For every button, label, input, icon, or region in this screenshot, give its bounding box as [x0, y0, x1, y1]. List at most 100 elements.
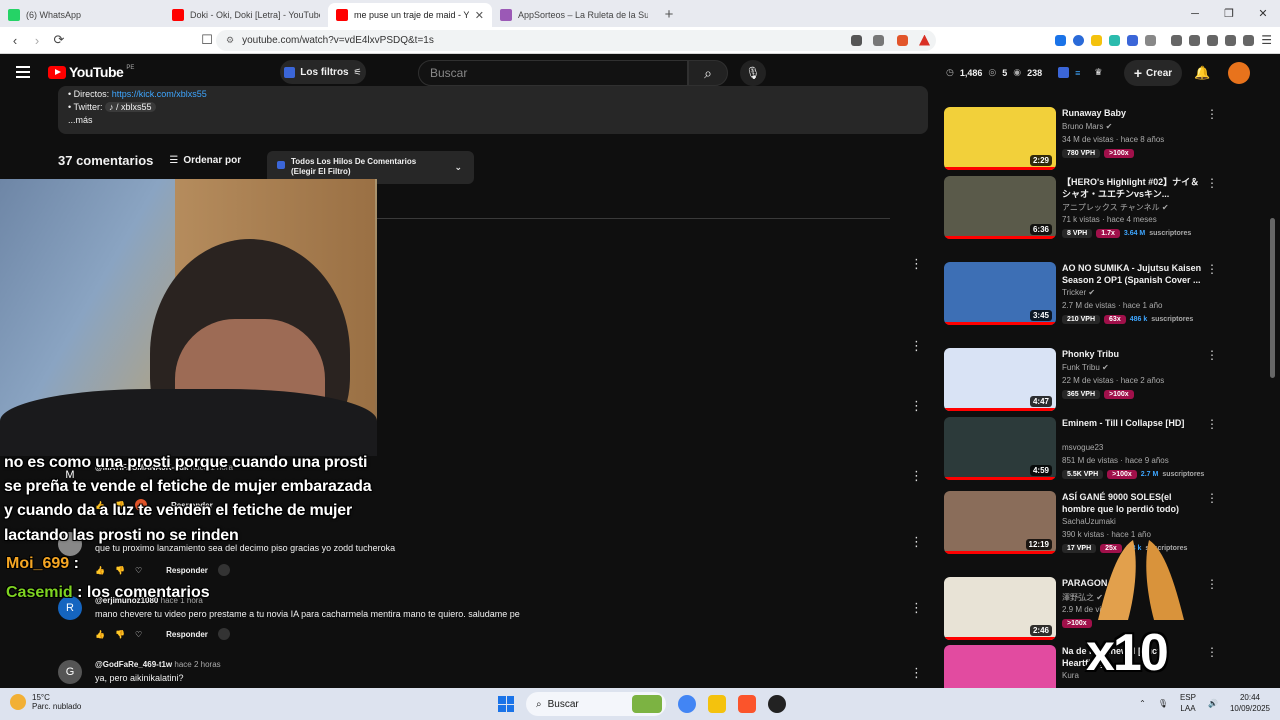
url-field[interactable]: ⚙ youtube.com/watch?v=vdE4lxvPSDQ&t=1s: [216, 30, 936, 51]
comment-menu-icon[interactable]: ⋮: [910, 468, 923, 484]
channel-name[interactable]: アニプレックス チャンネル ✔: [1062, 202, 1169, 213]
comment-menu-icon[interactable]: ⋮: [910, 256, 923, 272]
browser-tab[interactable]: Doki - Oki, Doki [Letra] - YouTube: [164, 3, 328, 27]
comment-avatar[interactable]: G: [58, 660, 82, 684]
clock[interactable]: 20:44 10/09/2025: [1230, 692, 1270, 714]
menu-icon[interactable]: ☰: [1261, 33, 1272, 47]
list-icon[interactable]: ≡: [1075, 68, 1080, 78]
new-tab-button[interactable]: +: [656, 3, 682, 27]
show-more-link[interactable]: ...más: [68, 114, 918, 127]
video-thumbnail[interactable]: 6:36: [944, 176, 1056, 239]
video-thumbnail[interactable]: 2:29: [944, 107, 1056, 170]
search-button[interactable]: ⌕: [688, 60, 728, 86]
music-icon[interactable]: [1171, 34, 1183, 46]
file-explorer-icon[interactable]: [708, 695, 726, 713]
video-title[interactable]: Eminem - Till I Collapse [HD]: [1062, 417, 1204, 429]
comment-menu-icon[interactable]: ⋮: [910, 398, 923, 414]
brave-shield-icon[interactable]: [897, 34, 908, 46]
more-replies-icon[interactable]: [217, 564, 230, 576]
sidebar-icon[interactable]: [1189, 34, 1201, 46]
tab-close-icon[interactable]: ✕: [475, 9, 484, 22]
taskbar-search[interactable]: ⌕ Buscar: [526, 692, 666, 716]
comment-time[interactable]: hace 2 horas: [174, 660, 220, 669]
extension-badge-icon[interactable]: [1058, 67, 1070, 78]
search-input[interactable]: Buscar: [418, 60, 688, 86]
language-indicator[interactable]: ESP LAA: [1180, 692, 1196, 714]
channel-name[interactable]: Funk Tribu ✔: [1062, 363, 1109, 372]
create-button[interactable]: + Crear: [1124, 60, 1182, 86]
video-menu-icon[interactable]: ⋮: [1206, 176, 1218, 190]
site-info-icon[interactable]: ⚙: [226, 35, 234, 46]
obs-icon[interactable]: [768, 695, 786, 713]
comment-author[interactable]: @GodFaRe_469-t1w: [95, 660, 172, 669]
video-menu-icon[interactable]: ⋮: [1206, 262, 1218, 276]
thumbs-down-icon[interactable]: 👎: [115, 630, 125, 639]
channel-name[interactable]: msvogue23: [1062, 443, 1103, 452]
video-menu-icon[interactable]: ⋮: [1206, 417, 1218, 431]
recommended-video[interactable]: 2:29 Runaway Baby Bruno Mars ✔ 34 M de vist…: [944, 107, 1224, 171]
puzzle-icon[interactable]: [1225, 34, 1237, 46]
comment-menu-icon[interactable]: ⋮: [910, 534, 923, 550]
share-icon[interactable]: [873, 34, 884, 46]
kick-link[interactable]: https://kick.com/xblxs55: [112, 89, 207, 99]
channel-name[interactable]: SachaUzumaki: [1062, 517, 1116, 526]
video-thumbnail[interactable]: 12:19: [944, 491, 1056, 554]
heart-icon[interactable]: ♡: [135, 630, 142, 639]
sidebar-scrollbar[interactable]: [1270, 218, 1275, 378]
filters-button[interactable]: Los filtros ⚟: [280, 60, 366, 84]
video-title[interactable]: 【HERO's Highlight #02】ナイ＆シャオ・ユエチンvsキン...: [1062, 176, 1204, 200]
reply-button[interactable]: Responder: [166, 630, 208, 639]
wallet-icon[interactable]: [1207, 34, 1219, 46]
twitter-handle-badge[interactable]: ♪ / xblxs55: [105, 102, 156, 112]
browser-tab[interactable]: (6) WhatsApp: [0, 3, 164, 27]
maximize-icon[interactable]: ❐: [1212, 7, 1246, 20]
video-thumbnail[interactable]: 4:47: [944, 348, 1056, 411]
video-title[interactable]: Phonky Tribu: [1062, 348, 1204, 360]
notifications-bell-icon[interactable]: 🔔: [1194, 65, 1210, 81]
volume-icon[interactable]: 🔊: [1208, 699, 1218, 708]
vpn-icon[interactable]: [1243, 34, 1255, 46]
video-menu-icon[interactable]: ⋮: [1206, 348, 1218, 362]
extension-2-icon[interactable]: [1073, 34, 1085, 46]
windows-start-icon[interactable]: [498, 696, 514, 712]
extension-1-icon[interactable]: [1055, 34, 1067, 46]
extension-5-icon[interactable]: [1127, 34, 1139, 46]
video-menu-icon[interactable]: ⋮: [1206, 107, 1218, 121]
comment-menu-icon[interactable]: ⋮: [910, 600, 923, 616]
more-replies-icon[interactable]: [217, 628, 230, 640]
bookmark-icon[interactable]: ☐: [196, 32, 218, 48]
browser-tab[interactable]: AppSorteos – La Ruleta de la Suerte: [492, 3, 656, 27]
tray-chevron-icon[interactable]: ⌃: [1139, 699, 1146, 708]
back-icon[interactable]: ‹: [4, 33, 26, 48]
thumbs-up-icon[interactable]: 👍: [95, 630, 105, 639]
recommended-video[interactable]: 4:59 Eminem - Till I Collapse [HD] msvogue…: [944, 417, 1224, 481]
video-menu-icon[interactable]: ⋮: [1206, 645, 1218, 659]
extension-3-icon[interactable]: [1091, 34, 1103, 46]
brave-icon[interactable]: [738, 695, 756, 713]
video-title[interactable]: Runaway Baby: [1062, 107, 1204, 119]
video-thumbnail[interactable]: 4:59: [944, 417, 1056, 480]
cast-icon[interactable]: [851, 34, 862, 46]
account-avatar[interactable]: [1228, 62, 1250, 84]
thumbs-down-icon[interactable]: 👎: [115, 566, 125, 575]
channel-name[interactable]: Bruno Mars ✔: [1062, 122, 1112, 131]
video-title[interactable]: ASÍ GANÉ 9000 SOLES(el hombre que lo per…: [1062, 491, 1204, 515]
video-menu-icon[interactable]: ⋮: [1206, 491, 1218, 505]
weather-widget[interactable]: 15°C Parc. nublado: [10, 693, 81, 711]
sort-button[interactable]: ☰ Ordenar por: [169, 155, 241, 166]
video-description[interactable]: • Directos: https://kick.com/xblxs55 • T…: [58, 86, 928, 134]
video-menu-icon[interactable]: ⋮: [1206, 577, 1218, 591]
forward-icon[interactable]: ›: [26, 33, 48, 48]
heart-icon[interactable]: ♡: [135, 566, 142, 575]
extension-6-icon[interactable]: [1145, 34, 1157, 46]
channel-name[interactable]: Tricker ✔: [1062, 288, 1095, 297]
video-thumbnail[interactable]: 3:45: [944, 262, 1056, 325]
minimize-icon[interactable]: ─: [1178, 8, 1212, 20]
recommended-video[interactable]: 4:47 Phonky Tribu Funk Tribu ✔ 22 M de vist…: [944, 348, 1224, 412]
youtube-logo[interactable]: YouTube PE: [48, 64, 134, 80]
reload-icon[interactable]: ⟳: [48, 32, 70, 48]
recommended-video[interactable]: 6:36 【HERO's Highlight #02】ナイ＆シャオ・ユエチンvsキ…: [944, 176, 1224, 240]
hamburger-menu-icon[interactable]: [16, 66, 30, 78]
browser-tab[interactable]: me puse un traje de maid - YouT ✕: [328, 3, 492, 27]
trophy-icon[interactable]: ♛: [1094, 67, 1102, 78]
